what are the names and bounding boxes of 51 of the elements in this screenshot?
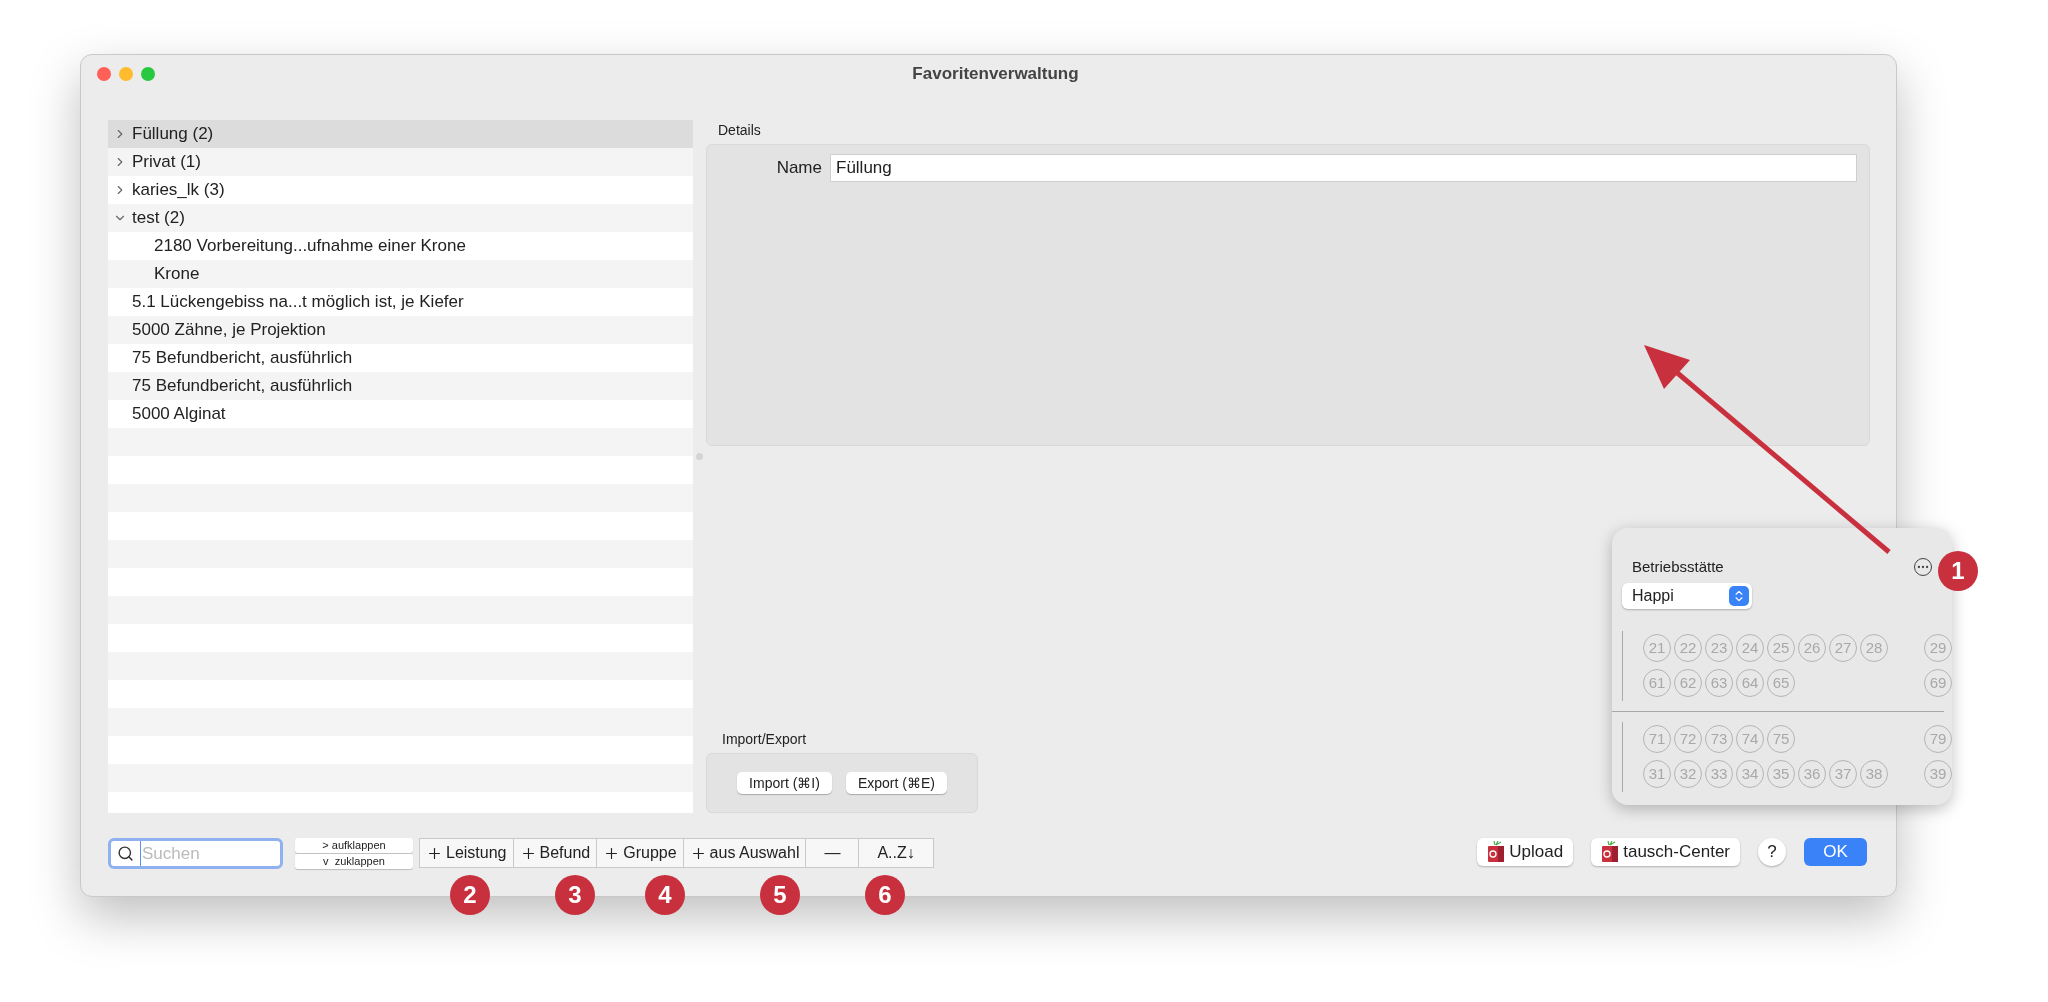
tree-row[interactable]: 5000 Zähne, je Projektion — [108, 316, 693, 344]
ok-button[interactable]: OK — [1804, 838, 1867, 866]
tree-item-label: 5000 Zähne, je Projektion — [132, 319, 326, 342]
step-badge: 6 — [865, 875, 905, 915]
close-window-icon[interactable] — [97, 67, 111, 81]
add-button[interactable]: Leistung — [420, 839, 513, 867]
tree-row[interactable]: Füllung (2) — [108, 120, 693, 148]
tree-item-label: Krone — [154, 263, 200, 286]
tree-item-label: Füllung (2) — [132, 123, 214, 146]
step-badge: 3 — [555, 875, 595, 915]
app-button[interactable]: tausch-Center — [1591, 838, 1740, 866]
tree-row[interactable]: Privat (1) — [108, 148, 693, 176]
app-button[interactable]: Upload — [1477, 838, 1574, 866]
search-input[interactable]: Suchen — [140, 840, 240, 867]
search-field[interactable]: Suchen — [108, 838, 283, 869]
name-field[interactable]: Füllung — [830, 154, 1857, 182]
toolbar-button[interactable]: A..Z↓ — [858, 839, 933, 867]
box-icon — [1601, 841, 1620, 863]
section-title: Import/Export — [722, 730, 807, 749]
tree-row[interactable]: 75 Befundbericht, ausführlich — [108, 372, 693, 400]
box-icon — [1487, 841, 1506, 863]
tree-item-label: 5.1 Lückengebiss na...t möglich ist, je Kiefer — [132, 291, 464, 314]
tree-item-label: 2180 Vorbereitung...ufnahme einer Krone — [154, 235, 466, 258]
tree-row[interactable]: test (2) — [108, 204, 693, 232]
step-badge: 4 — [645, 875, 685, 915]
add-button[interactable]: Gruppe — [596, 839, 683, 867]
tree-item-label: Privat (1) — [132, 151, 201, 174]
tree-item-label: 5000 Alginat — [132, 403, 226, 426]
expand-collapse-button[interactable]: > aufklappen — [295, 838, 413, 853]
dialog-button[interactable]: Export (⌘E) — [845, 772, 947, 794]
expand-collapse-button[interactable]: v zuklappen — [295, 854, 413, 869]
field-label: Name — [775, 157, 822, 179]
popover-title: Betriebsstätte — [1632, 557, 1724, 577]
toolbar-button[interactable]: — — [805, 839, 859, 867]
tree-row[interactable]: Krone — [108, 260, 693, 288]
step-badge: 2 — [450, 875, 490, 915]
dialog-button[interactable]: Import (⌘I) — [737, 772, 832, 794]
tree-item-label: 75 Befundbericht, ausführlich — [132, 347, 353, 370]
section-title: Details — [718, 121, 761, 140]
tree-item-label: karies_lk (3) — [132, 179, 225, 202]
add-button[interactable]: Befund — [512, 839, 597, 867]
tree-item-label: test (2) — [132, 207, 185, 230]
window-title: Favoritenverwaltung — [912, 63, 1079, 86]
step-badge: 1 — [1938, 551, 1978, 591]
add-button[interactable]: aus Auswahl — [682, 839, 806, 867]
search-icon — [117, 845, 134, 862]
location-select[interactable]: Happi — [1622, 582, 1752, 609]
splitter-handle[interactable] — [696, 453, 703, 460]
help-button[interactable]: ? — [1758, 838, 1786, 866]
tree-item-label: 75 Befundbericht, ausführlich — [132, 375, 353, 398]
step-badge: 5 — [760, 875, 800, 915]
